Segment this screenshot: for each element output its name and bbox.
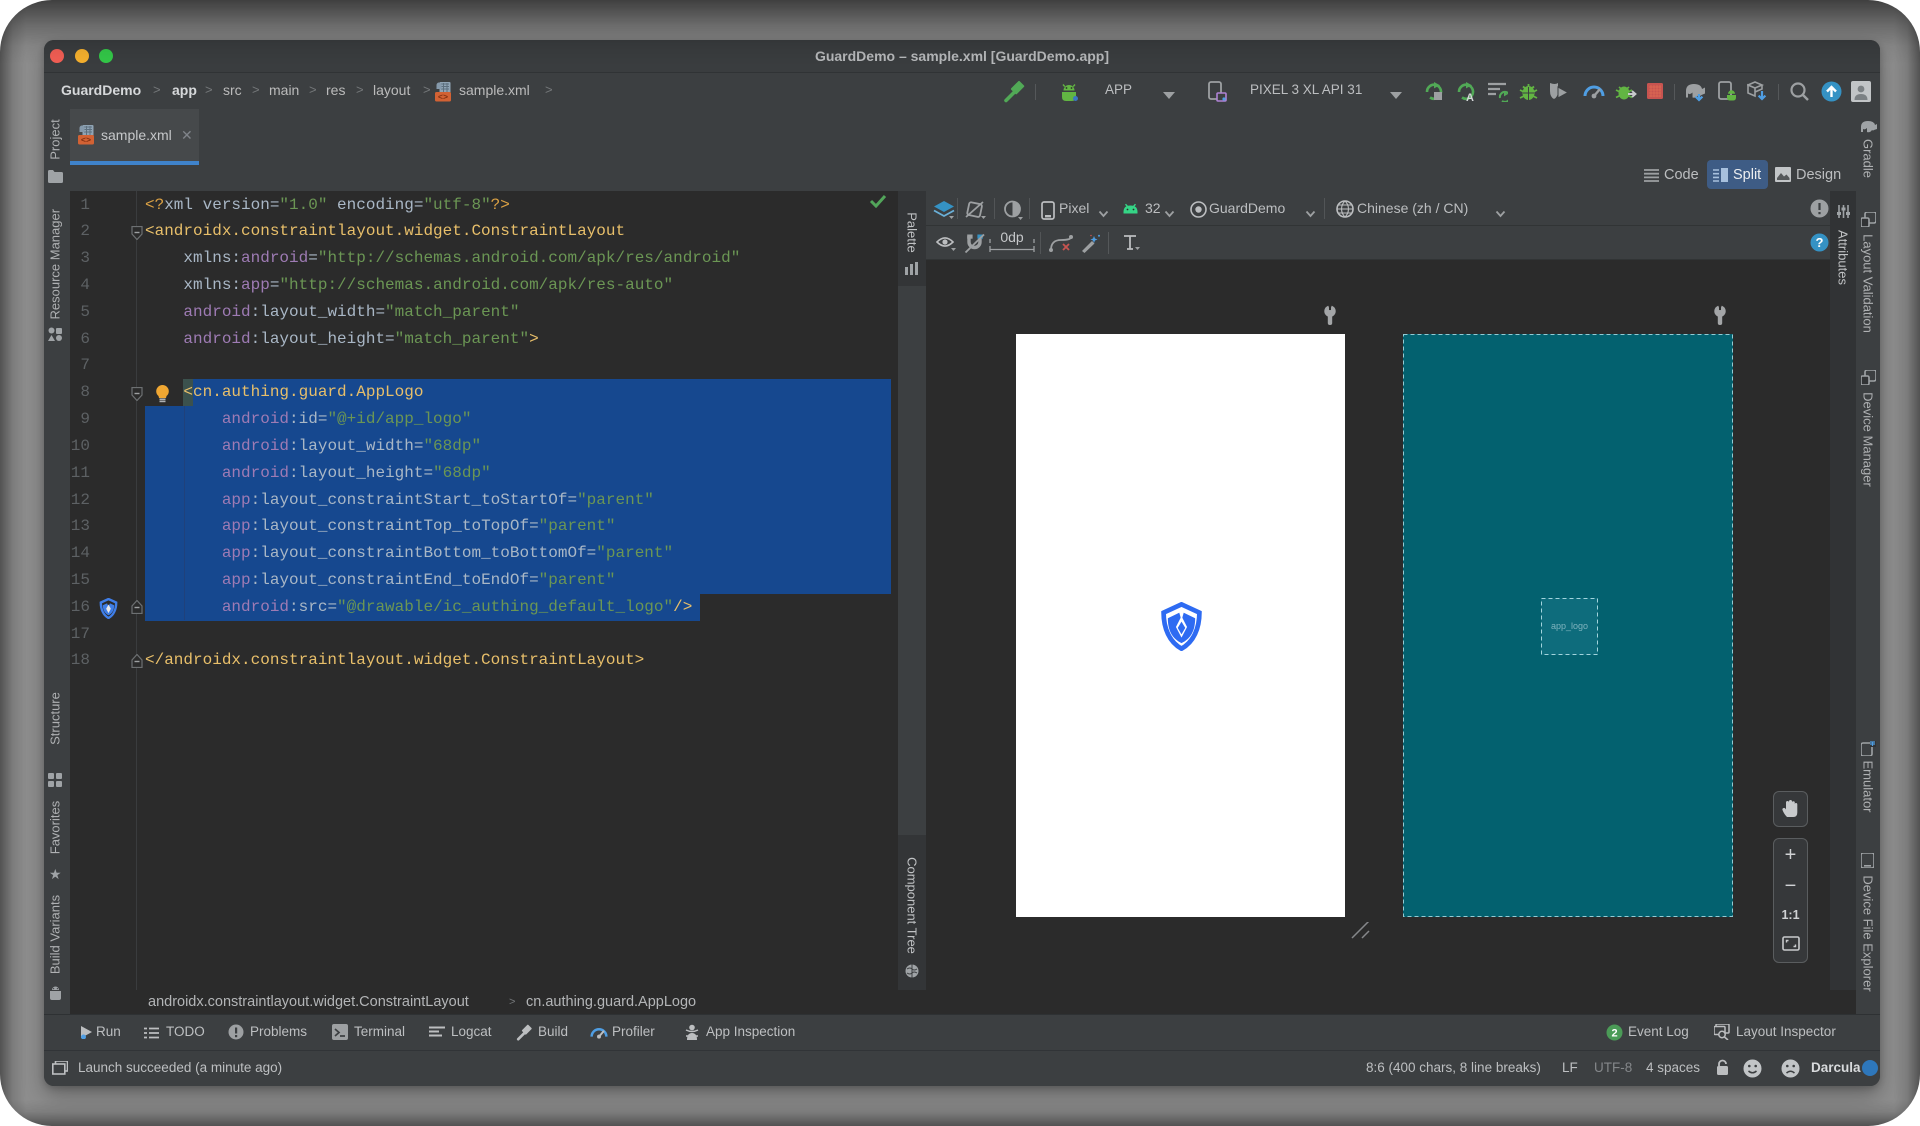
svg-text:<>: <> [438,93,448,102]
svg-text:A: A [1466,92,1474,102]
svg-text:2: 2 [1611,1028,1617,1040]
svg-text:<>: <> [81,136,91,145]
svg-text:?: ? [1816,235,1824,250]
